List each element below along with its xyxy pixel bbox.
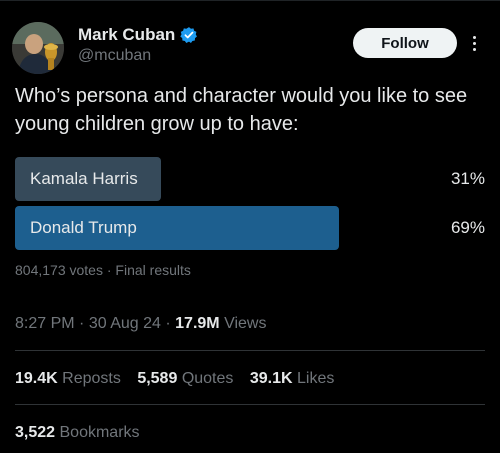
bookmarks-label: Bookmarks: [59, 424, 140, 441]
timestamp-separator: ·: [165, 315, 171, 332]
likes-stat[interactable]: 39.1K Likes: [250, 370, 335, 388]
reposts-label: Reposts: [62, 370, 121, 387]
reposts-stat[interactable]: 19.4K Reposts: [15, 370, 121, 388]
views-count[interactable]: 17.9M: [175, 315, 219, 332]
author-display-name[interactable]: Mark Cuban: [78, 25, 175, 45]
reposts-count: 19.4K: [15, 370, 58, 387]
avatar[interactable]: [12, 22, 64, 74]
bookmarks-count: 3,522: [15, 424, 56, 441]
poll-status: Final results: [115, 262, 191, 278]
divider: [15, 350, 485, 351]
tweet-header: Mark Cuban @mcuban Follow: [12, 18, 488, 74]
profile-photo: [12, 22, 64, 74]
more-dot: [472, 41, 476, 45]
poll-option-label: Donald Trump: [30, 218, 137, 237]
display-name-row: Mark Cuban: [78, 24, 198, 46]
engagement-stats: 19.4K Reposts 5,589 Quotes 39.1K Likes: [15, 370, 346, 388]
poll-meta-separator: ·: [106, 262, 112, 278]
quotes-count: 5,589: [137, 370, 178, 387]
poll-option-label: Kamala Harris: [30, 169, 138, 188]
likes-label: Likes: [297, 370, 335, 387]
poll-option-kamala-harris: Kamala Harris 31%: [15, 157, 485, 201]
views-label[interactable]: Views: [224, 315, 266, 332]
top-divider: [0, 0, 500, 1]
quotes-label: Quotes: [181, 370, 234, 387]
tweet-date[interactable]: 30 Aug 24: [89, 315, 161, 332]
more-vertical-icon[interactable]: [464, 30, 484, 56]
tweet-time[interactable]: 8:27 PM: [15, 315, 75, 332]
more-dot: [472, 47, 476, 51]
poll-option-donald-trump: Donald Trump 69%: [15, 206, 485, 250]
timestamp-separator: ·: [79, 315, 85, 332]
divider: [15, 404, 485, 405]
follow-button[interactable]: Follow: [353, 28, 457, 58]
quotes-stat[interactable]: 5,589 Quotes: [137, 370, 233, 388]
author-handle[interactable]: @mcuban: [78, 47, 198, 65]
likes-count: 39.1K: [249, 370, 293, 387]
more-dot: [472, 35, 476, 39]
verified-badge-icon[interactable]: [180, 26, 198, 44]
poll-option-percent: 69%: [450, 218, 485, 237]
tweet-text: Who’s persona and character would you li…: [15, 85, 468, 135]
poll-option-percent: 31%: [450, 169, 485, 188]
bookmarks-stat[interactable]: 3,522 Bookmarks: [15, 424, 140, 442]
tweet-timestamp: 8:27 PM · 30 Aug 24 · 17.9M Views: [15, 315, 266, 333]
poll-summary: 804,173 votes · Final results: [15, 262, 191, 278]
poll-vote-count: 804,173 votes: [15, 262, 103, 278]
author-info: Mark Cuban @mcuban: [78, 24, 198, 65]
